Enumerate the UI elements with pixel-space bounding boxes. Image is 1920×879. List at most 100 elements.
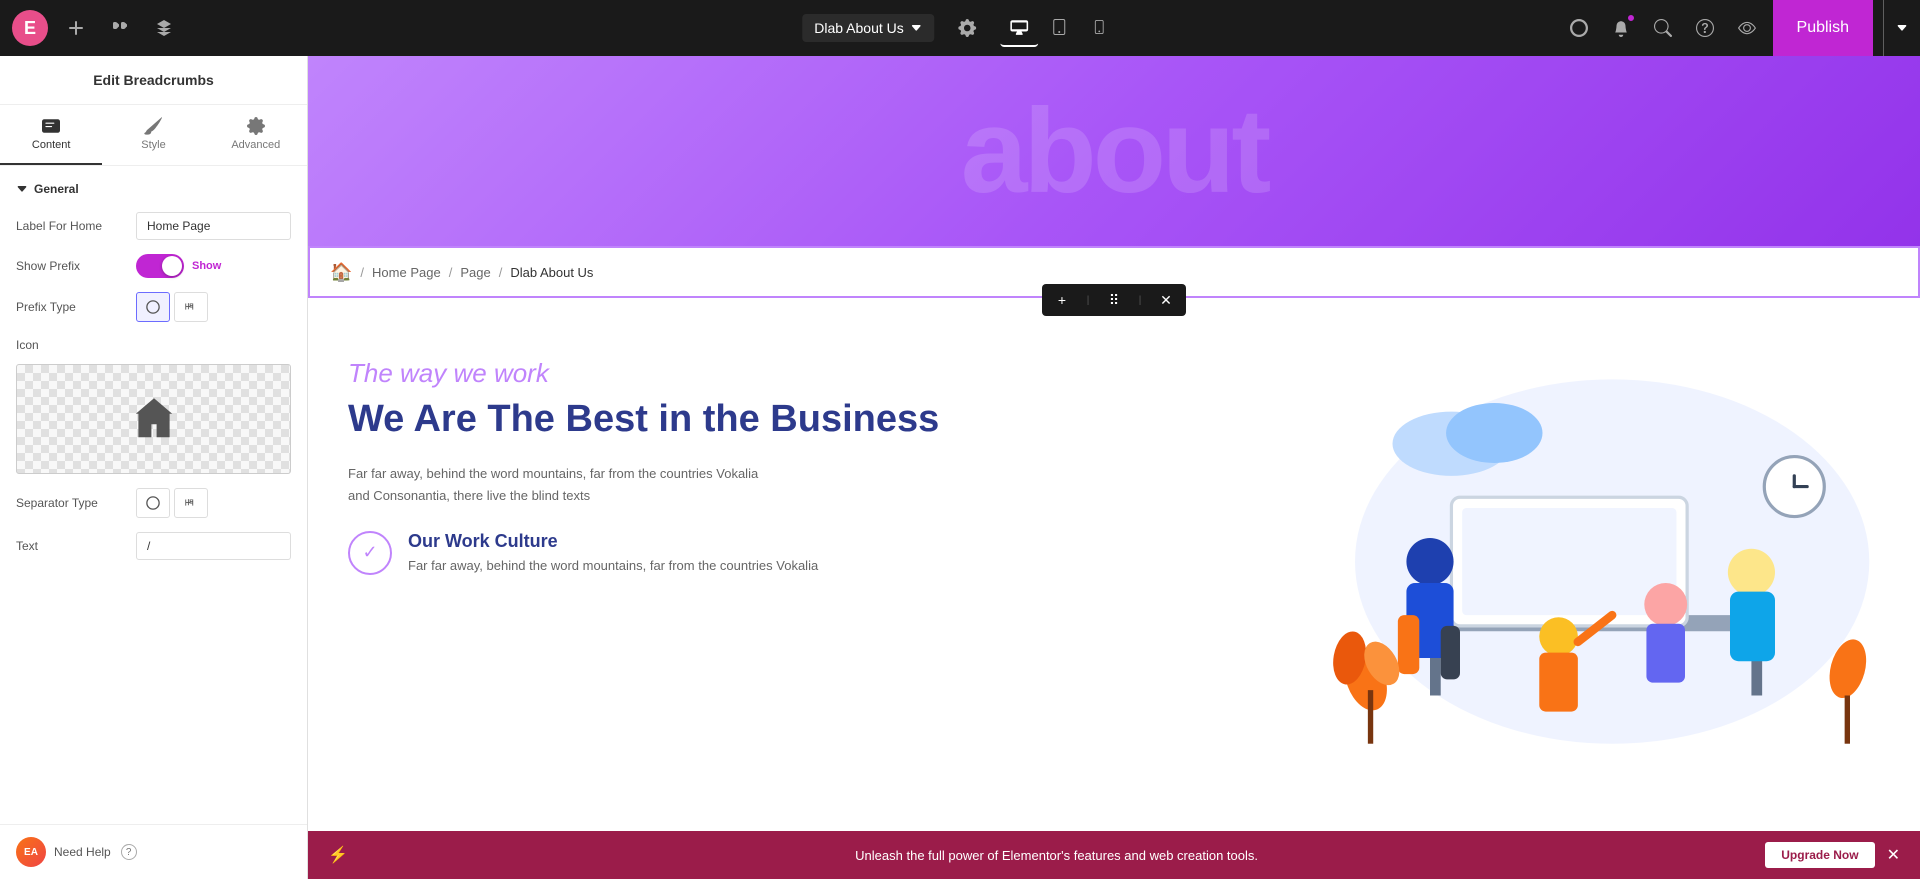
show-prefix-value: Show — [136, 254, 291, 278]
publish-button[interactable]: Publish — [1773, 0, 1873, 56]
elementor-logo[interactable]: E — [12, 10, 48, 46]
bottom-bar-close[interactable]: ✕ — [1887, 845, 1900, 865]
prefix-type-label: Prefix Type — [16, 300, 136, 314]
separator-type-label: Separator Type — [16, 496, 136, 510]
culture-section: ✓ Our Work Culture Far far away, behind … — [348, 531, 1240, 577]
center-controls: Dlab About Us — [802, 9, 1118, 47]
prefix-type-text-btn[interactable] — [174, 292, 208, 322]
tab-style-label: Style — [141, 139, 165, 151]
need-help-avatar: EA — [16, 837, 46, 867]
show-prefix-toggle-label: Show — [192, 260, 221, 272]
avatar-initials: EA — [24, 847, 38, 858]
top-bar: E Dlab About Us — [0, 0, 1920, 56]
bc-move-btn[interactable]: ⠿ — [1102, 288, 1126, 312]
page-title-text: Dlab About Us — [814, 20, 904, 36]
bell-icon[interactable] — [1605, 12, 1637, 44]
layers-button[interactable] — [148, 12, 180, 44]
prefix-type-row: Prefix Type — [16, 292, 291, 322]
text-field-value — [136, 532, 291, 560]
tab-advanced[interactable]: Advanced — [205, 105, 307, 165]
the-way-text: The way we work — [348, 358, 1240, 389]
icon-label: Icon — [16, 338, 39, 352]
add-element-button[interactable] — [60, 12, 92, 44]
general-label: General — [34, 182, 79, 196]
settings-button[interactable] — [950, 11, 984, 45]
bc-add-btn[interactable]: + — [1050, 288, 1074, 312]
show-prefix-label: Show Prefix — [16, 259, 136, 273]
mobile-button[interactable] — [1080, 9, 1118, 47]
bottom-bar-message: Unleash the full power of Elementor's fe… — [360, 848, 1753, 863]
content-section: The way we work We Are The Best in the B… — [308, 298, 1920, 831]
show-prefix-row: Show Prefix Show — [16, 254, 291, 278]
desktop-button[interactable] — [1000, 9, 1038, 47]
culture-text: Far far away, behind the word mountains,… — [408, 556, 818, 577]
breadcrumb-item-home[interactable]: Home Page — [372, 265, 441, 280]
bc-sep-2: | — [1128, 288, 1152, 312]
tab-content-label: Content — [32, 139, 71, 151]
controls-button[interactable] — [104, 12, 136, 44]
device-buttons — [1000, 9, 1118, 47]
bc-sep-1: | — [1076, 288, 1100, 312]
text-field-label: Text — [16, 539, 136, 553]
text-field-row: Text — [16, 532, 291, 560]
separator-type-group — [136, 488, 291, 518]
label-for-home-label: Label For Home — [16, 219, 136, 233]
toggle-knob — [162, 256, 182, 276]
tab-content[interactable]: Content — [0, 105, 102, 165]
need-help-question-icon[interactable]: ? — [121, 844, 137, 860]
sidebar-footer: EA Need Help ? — [0, 824, 307, 879]
breadcrumb-bar[interactable]: 🏠 / Home Page / Page / Dlab About Us + |… — [308, 246, 1920, 298]
icon-label-row: Icon — [16, 336, 291, 354]
upgrade-button[interactable]: Upgrade Now — [1765, 842, 1874, 868]
top-bar-right: Publish — [1563, 0, 1908, 56]
sidebar-tabs: Content Style Advanced — [0, 105, 307, 166]
breadcrumb-sep-3: / — [499, 265, 503, 280]
separator-type-value — [136, 488, 291, 518]
sidebar-header: Edit Breadcrumbs — [0, 56, 307, 105]
tablet-button[interactable] — [1040, 9, 1078, 47]
breadcrumb-controls: + | ⠿ | ✕ — [1042, 284, 1186, 316]
culture-icon: ✓ — [348, 531, 392, 575]
content-right — [1280, 358, 1880, 765]
general-section-header[interactable]: General — [16, 182, 291, 196]
bottom-bar: ⚡ Unleash the full power of Elementor's … — [308, 831, 1920, 879]
page-title-dropdown[interactable]: Dlab About Us — [802, 14, 934, 42]
prefix-type-value — [136, 292, 291, 322]
main-heading: We Are The Best in the Business — [348, 397, 1240, 443]
search-icon[interactable] — [1647, 12, 1679, 44]
content-left: The way we work We Are The Best in the B… — [348, 358, 1280, 577]
tab-style[interactable]: Style — [102, 105, 204, 165]
show-prefix-toggle[interactable] — [136, 254, 184, 278]
elementor-bottom-icon: ⚡ — [328, 845, 348, 865]
breadcrumb-item-current: Dlab About Us — [510, 265, 593, 280]
bc-close-btn[interactable]: ✕ — [1154, 288, 1178, 312]
breadcrumb-sep-1: / — [360, 265, 364, 280]
separator-icon-btn[interactable] — [136, 488, 170, 518]
eye-icon[interactable] — [1731, 12, 1763, 44]
breadcrumb-item-page[interactable]: Page — [460, 265, 490, 280]
culture-text-area: Our Work Culture Far far away, behind th… — [408, 531, 818, 577]
breadcrumb-sep-2: / — [449, 265, 453, 280]
need-help-text[interactable]: Need Help — [54, 845, 111, 859]
separator-type-row: Separator Type — [16, 488, 291, 518]
help-icon[interactable] — [1689, 12, 1721, 44]
prefix-type-icon-btn[interactable] — [136, 292, 170, 322]
sidebar-content: General Label For Home Show Prefix Show — [0, 166, 307, 824]
main-area: Edit Breadcrumbs Content Style Advanced … — [0, 56, 1920, 879]
icon-preview[interactable] — [16, 364, 291, 474]
culture-title: Our Work Culture — [408, 531, 818, 552]
label-for-home-input[interactable] — [136, 212, 291, 240]
separator-text-btn[interactable] — [174, 488, 208, 518]
illustration — [1280, 358, 1880, 765]
label-for-home-row: Label For Home — [16, 212, 291, 240]
sidebar: Edit Breadcrumbs Content Style Advanced … — [0, 56, 308, 879]
hero-bg-text: about — [961, 82, 1268, 220]
tab-advanced-label: Advanced — [231, 139, 280, 151]
prefix-type-group — [136, 292, 291, 322]
breadcrumb-home-icon: 🏠 — [330, 262, 352, 283]
publish-dropdown-arrow[interactable] — [1883, 0, 1908, 56]
body-text: Far far away, behind the word mountains,… — [348, 463, 768, 507]
text-field-input[interactable] — [136, 532, 291, 560]
rocket-icon[interactable] — [1563, 12, 1595, 44]
label-for-home-value — [136, 212, 291, 240]
